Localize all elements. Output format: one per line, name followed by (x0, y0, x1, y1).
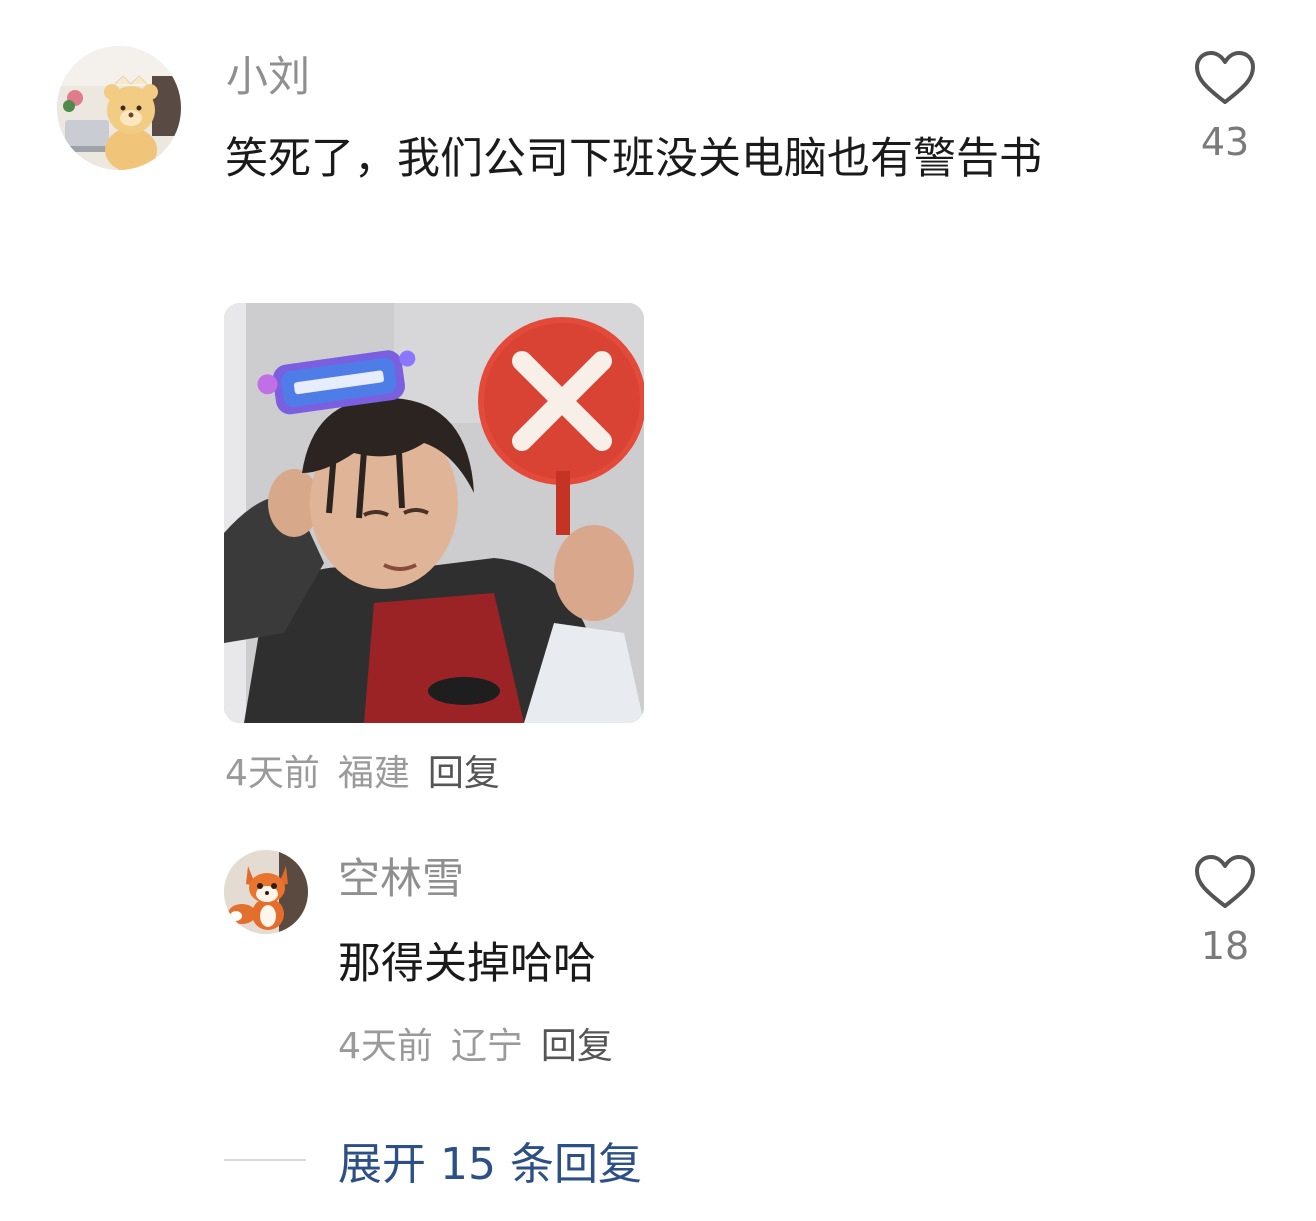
username[interactable]: 小刘 (226, 53, 310, 100)
user-avatar[interactable] (57, 46, 181, 170)
reply-button[interactable]: 回复 (428, 752, 500, 795)
fox-avatar-icon (224, 850, 308, 934)
heart-icon[interactable] (1194, 50, 1256, 106)
meme-image (224, 303, 644, 723)
comment-text: 笑死了，我们公司下班没关电脑也有警告书 (225, 134, 1042, 184)
reply-meta: 4天前 辽宁 回复 (338, 1025, 613, 1068)
comment-thread: 小刘 笑死了，我们公司下班没关电脑也有警告书 4天前 福建 回复 43 空林雪 … (0, 0, 1316, 1221)
reply-like-control[interactable]: 18 (1175, 854, 1275, 968)
divider-line (224, 1159, 306, 1161)
reply-reply-button[interactable]: 回复 (541, 1025, 613, 1068)
reply-username[interactable]: 空林雪 (338, 855, 464, 902)
comment-image[interactable] (224, 303, 644, 723)
like-control[interactable]: 43 (1175, 50, 1275, 164)
reply-like-count: 18 (1200, 924, 1250, 968)
reply-user-avatar[interactable] (224, 850, 308, 934)
comment-meta: 4天前 福建 回复 (225, 752, 500, 795)
heart-icon[interactable] (1194, 854, 1256, 910)
comment-time: 4天前 (225, 753, 320, 794)
bear-avatar-icon (57, 46, 181, 170)
expand-replies[interactable]: 展开 15 条回复 (224, 1128, 642, 1192)
like-count: 43 (1200, 120, 1250, 164)
reply-time: 4天前 (338, 1026, 433, 1067)
expand-replies-button[interactable]: 展开 15 条回复 (338, 1128, 642, 1192)
comment-location: 福建 (337, 753, 410, 794)
reply-text: 那得关掉哈哈 (338, 939, 596, 989)
reply-location: 辽宁 (450, 1026, 523, 1067)
